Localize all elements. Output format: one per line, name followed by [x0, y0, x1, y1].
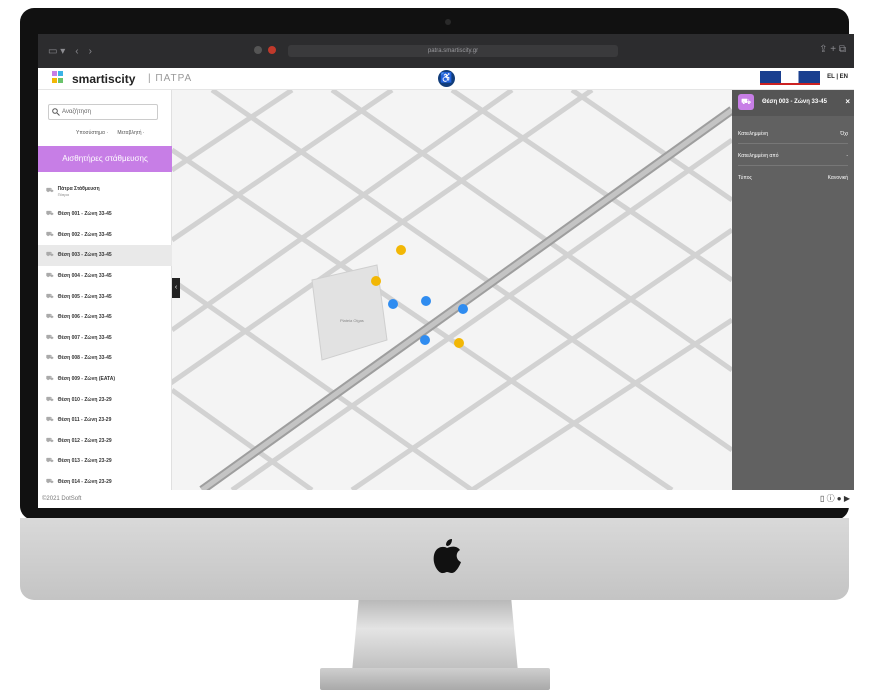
car-icon: ⛟ — [46, 188, 54, 194]
car-icon: ⛟ — [46, 334, 54, 341]
list-item[interactable]: ⛟ Θέση 007 - Ζώνη 33-45 — [38, 328, 172, 349]
list-item[interactable]: ⛟ Θέση 001 - Ζώνη 33-45 — [38, 204, 172, 225]
car-icon: ⛟ — [738, 94, 754, 110]
language-switch[interactable]: EL | EN — [827, 74, 848, 80]
footer: ©2021 DotSoft ▯ ⓘ ● ▶ — [38, 490, 854, 508]
list-item[interactable]: ⛟ Θέση 012 - Ζώνη 23-29 — [38, 431, 172, 452]
list-item-label: Θέση 006 - Ζώνη 33-45 — [57, 314, 112, 321]
copyright: ©2021 DotSoft — [42, 496, 82, 502]
apple-logo-icon — [433, 539, 461, 574]
accessibility-icon[interactable]: ♿ — [438, 70, 455, 87]
browser-toolbar: ▭ ▾ ‹ › patra.smartiscity.gr ⇪ + ⧉ — [38, 34, 854, 68]
list-item[interactable]: ⛟ Θέση 008 - Ζώνη 33-45 — [38, 348, 172, 369]
car-icon: ⛟ — [46, 355, 54, 362]
list-item-label: Πάτρα Στάθμευση — [57, 185, 100, 192]
panel-title: Θέση 003 - Ζώνη 33-45 — [762, 99, 827, 105]
sensor-marker[interactable] — [454, 338, 464, 348]
sensor-marker[interactable] — [388, 299, 398, 309]
screen: ▭ ▾ ‹ › patra.smartiscity.gr ⇪ + ⧉ smart… — [38, 34, 854, 508]
list-item[interactable]: ⛟ Θέση 002 - Ζώνη 33-45 — [38, 225, 172, 246]
search-placeholder: Αναζήτηση — [62, 109, 91, 115]
list-item-label: Θέση 003 - Ζώνη 33-45 — [57, 252, 112, 259]
privacy-icon[interactable] — [254, 46, 262, 54]
list-item-label: Θέση 012 - Ζώνη 23-29 — [57, 437, 112, 444]
list-item-label: Θέση 013 - Ζώνη 23-29 — [57, 458, 112, 465]
list-item[interactable]: ⛟ Θέση 004 - Ζώνη 33-45 — [38, 266, 172, 287]
list-item-label: Θέση 002 - Ζώνη 33-45 — [57, 231, 112, 238]
list-item-label: Θέση 010 - Ζώνη 23-29 — [57, 396, 112, 403]
details-panel: ⛟ Θέση 003 - Ζώνη 33-45 × Κατειλημμένη Όχ… — [732, 90, 854, 490]
car-icon: ⛟ — [46, 396, 54, 403]
list-item[interactable]: ⛟ Θέση 006 - Ζώνη 33-45 — [38, 307, 172, 328]
address-bar[interactable]: patra.smartiscity.gr — [288, 45, 618, 57]
car-icon: ⛟ — [46, 479, 54, 486]
camera — [445, 19, 451, 25]
back-icon[interactable]: ‹ — [75, 46, 78, 57]
list-item[interactable]: ⛟ Θέση 011 - Ζώνη 23-29 — [38, 410, 172, 431]
list-item[interactable]: ⛟ Θέση 009 - Ζώνη (ΕΑΤΑ) — [38, 369, 172, 390]
filter-menus: Υποσύστημα · Μεταβλητή · — [76, 130, 153, 136]
list-item[interactable]: ⛟ Θέση 003 - Ζώνη 33-45 — [38, 245, 172, 266]
list-item-label: Θέση 007 - Ζώνη 33-45 — [57, 334, 112, 341]
list-item-label: Θέση 005 - Ζώνη 33-45 — [57, 293, 112, 300]
sidebar-toggle-icon[interactable]: ▭ ▾ — [48, 46, 65, 57]
square-label: Plateia Olgas — [340, 318, 364, 323]
subsystem-dropdown[interactable]: Υποσύστημα · — [76, 130, 108, 136]
sensor-marker[interactable] — [458, 304, 468, 314]
sensor-marker[interactable] — [420, 335, 430, 345]
forward-icon[interactable]: › — [89, 46, 92, 57]
sidebar: Αναζήτηση Υποσύστημα · Μεταβλητή · Αισθη… — [38, 90, 172, 506]
detail-row: Τύπος Κανονική — [738, 175, 848, 181]
list-item-label: Θέση 001 - Ζώνη 33-45 — [57, 211, 112, 218]
collapse-sidebar-button[interactable]: ‹ — [172, 278, 180, 298]
map[interactable]: Plateia Olgas — [172, 90, 732, 490]
parking-sensors-button[interactable]: Αισθητήρες στάθμευσης — [38, 146, 172, 172]
car-icon: ⛟ — [46, 417, 54, 424]
panel-header: ⛟ Θέση 003 - Ζώνη 33-45 × — [732, 90, 854, 116]
car-icon: ⛟ — [46, 376, 54, 383]
list-item-label: Θέση 004 - Ζώνη 33-45 — [57, 273, 112, 280]
list-item-label: Θέση 011 - Ζώνη 23-29 — [57, 417, 112, 424]
sensor-marker[interactable] — [396, 245, 406, 255]
search-input[interactable]: Αναζήτηση — [48, 104, 158, 120]
list-item[interactable]: ⛟ Πάτρα Στάθμευση Πάτρα — [38, 178, 172, 204]
app-store-icons[interactable]: ▯ ⓘ ● ▶ — [820, 493, 850, 504]
sensor-list: ⛟ Πάτρα Στάθμευση Πάτρα ⛟ Θέση 001 - Ζώνη 33… — [38, 178, 172, 506]
car-icon: ⛟ — [46, 458, 54, 465]
car-icon: ⛟ — [46, 231, 54, 238]
app-header: smartiscity | ΠΑΤΡΑ ♿ EL | EN — [38, 68, 854, 90]
car-icon: ⛟ — [46, 211, 54, 218]
sensor-marker[interactable] — [421, 296, 431, 306]
list-item[interactable]: ⛟ Θέση 005 - Ζώνη 33-45 — [38, 286, 172, 307]
car-icon: ⛟ — [46, 437, 54, 444]
variable-dropdown[interactable]: Μεταβλητή · — [117, 130, 144, 136]
brand-name: smartiscity — [72, 72, 136, 86]
smartiscity-logo-icon — [52, 71, 63, 83]
car-icon: ⛟ — [46, 293, 54, 300]
list-item[interactable]: ⛟ Θέση 013 - Ζώνη 23-29 — [38, 451, 172, 472]
eu-funding-logo — [760, 71, 820, 85]
detail-row: Κατειλημμένη Όχι — [738, 124, 848, 144]
extension-icon[interactable] — [268, 46, 276, 54]
list-item[interactable]: ⛟ Θέση 010 - Ζώνη 23-29 — [38, 389, 172, 410]
list-item-sublabel: Πάτρα — [57, 191, 69, 197]
sensor-marker[interactable] — [371, 276, 381, 286]
car-icon: ⛟ — [46, 273, 54, 280]
imac-mockup: ▭ ▾ ‹ › patra.smartiscity.gr ⇪ + ⧉ smart… — [0, 0, 869, 694]
list-item-label: Θέση 008 - Ζώνη 33-45 — [57, 355, 112, 362]
city-name: | ΠΑΤΡΑ — [148, 73, 193, 84]
street-map[interactable]: Plateia Olgas — [172, 90, 732, 490]
close-icon[interactable]: × — [845, 97, 850, 106]
car-icon: ⛟ — [46, 314, 54, 321]
search-icon — [52, 108, 60, 116]
stand-foot — [320, 668, 550, 690]
share-icon[interactable]: ⇪ + ⧉ — [819, 44, 846, 55]
stand — [352, 600, 518, 672]
car-icon: ⛟ — [46, 252, 54, 259]
detail-row: Κατειλημμένη από - — [738, 146, 848, 166]
list-item-label: Θέση 014 - Ζώνη 23-29 — [57, 479, 112, 486]
list-item-label: Θέση 009 - Ζώνη (ΕΑΤΑ) — [57, 376, 116, 383]
